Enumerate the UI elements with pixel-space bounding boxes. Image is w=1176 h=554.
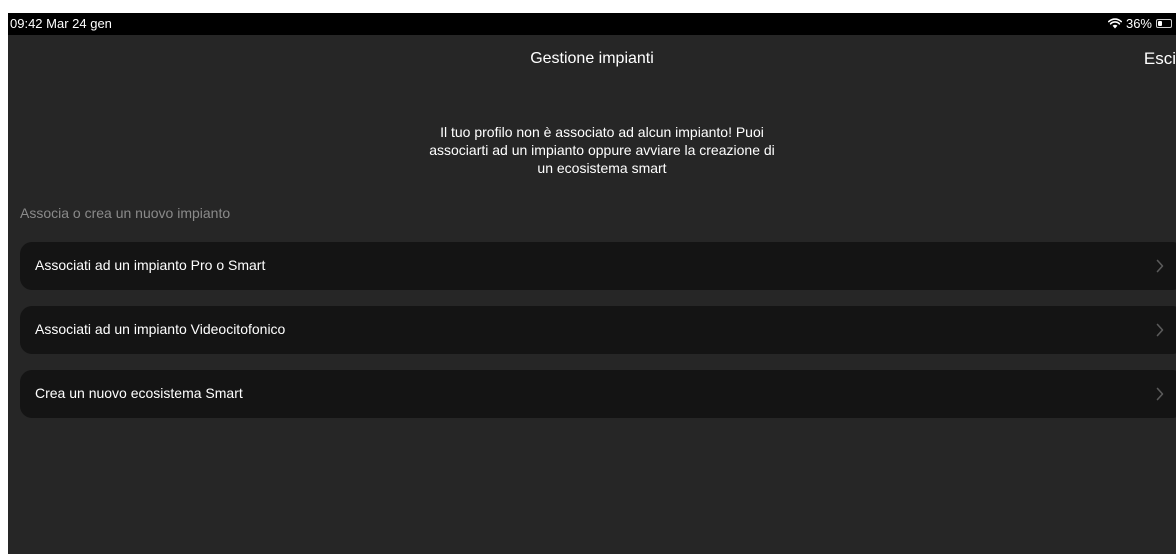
- app-screen: 09:42 Mar 24 gen 36% Gestione impianti E…: [8, 13, 1176, 554]
- associate-videocitofonico-button[interactable]: Associati ad un impianto Videocitofonico: [20, 306, 1176, 354]
- status-time-date: 09:42 Mar 24 gen: [10, 16, 112, 31]
- wifi-icon: [1107, 18, 1122, 29]
- list-item-label: Associati ad un impianto Pro o Smart: [35, 257, 266, 273]
- battery-percent: 36%: [1125, 16, 1152, 31]
- create-smart-ecosystem-button[interactable]: Crea un nuovo ecosistema Smart: [20, 370, 1176, 418]
- empty-profile-message: Il tuo profilo non è associato ad alcun …: [392, 123, 812, 177]
- battery-icon: [1156, 19, 1172, 28]
- battery-fill: [1158, 21, 1163, 26]
- message-line: associarti ad un impianto oppure avviare…: [429, 142, 775, 158]
- chevron-right-icon: [1156, 259, 1164, 273]
- page-title: Gestione impianti: [530, 50, 654, 67]
- message-line: un ecosistema smart: [537, 160, 667, 176]
- exit-button[interactable]: Esci: [1144, 49, 1176, 69]
- chevron-right-icon: [1156, 387, 1164, 401]
- list-item-label: Crea un nuovo ecosistema Smart: [35, 385, 243, 401]
- list-item-label: Associati ad un impianto Videocitofonico: [35, 321, 286, 337]
- options-list: Associati ad un impianto Pro o Smart Ass…: [20, 242, 1176, 434]
- section-header: Associa o crea un nuovo impianto: [20, 205, 231, 221]
- status-bar: 09:42 Mar 24 gen 36%: [8, 13, 1176, 35]
- status-indicators: 36%: [1107, 16, 1172, 31]
- associate-pro-smart-button[interactable]: Associati ad un impianto Pro o Smart: [20, 242, 1176, 290]
- message-line: Il tuo profilo non è associato ad alcun …: [440, 124, 764, 140]
- chevron-right-icon: [1156, 323, 1164, 337]
